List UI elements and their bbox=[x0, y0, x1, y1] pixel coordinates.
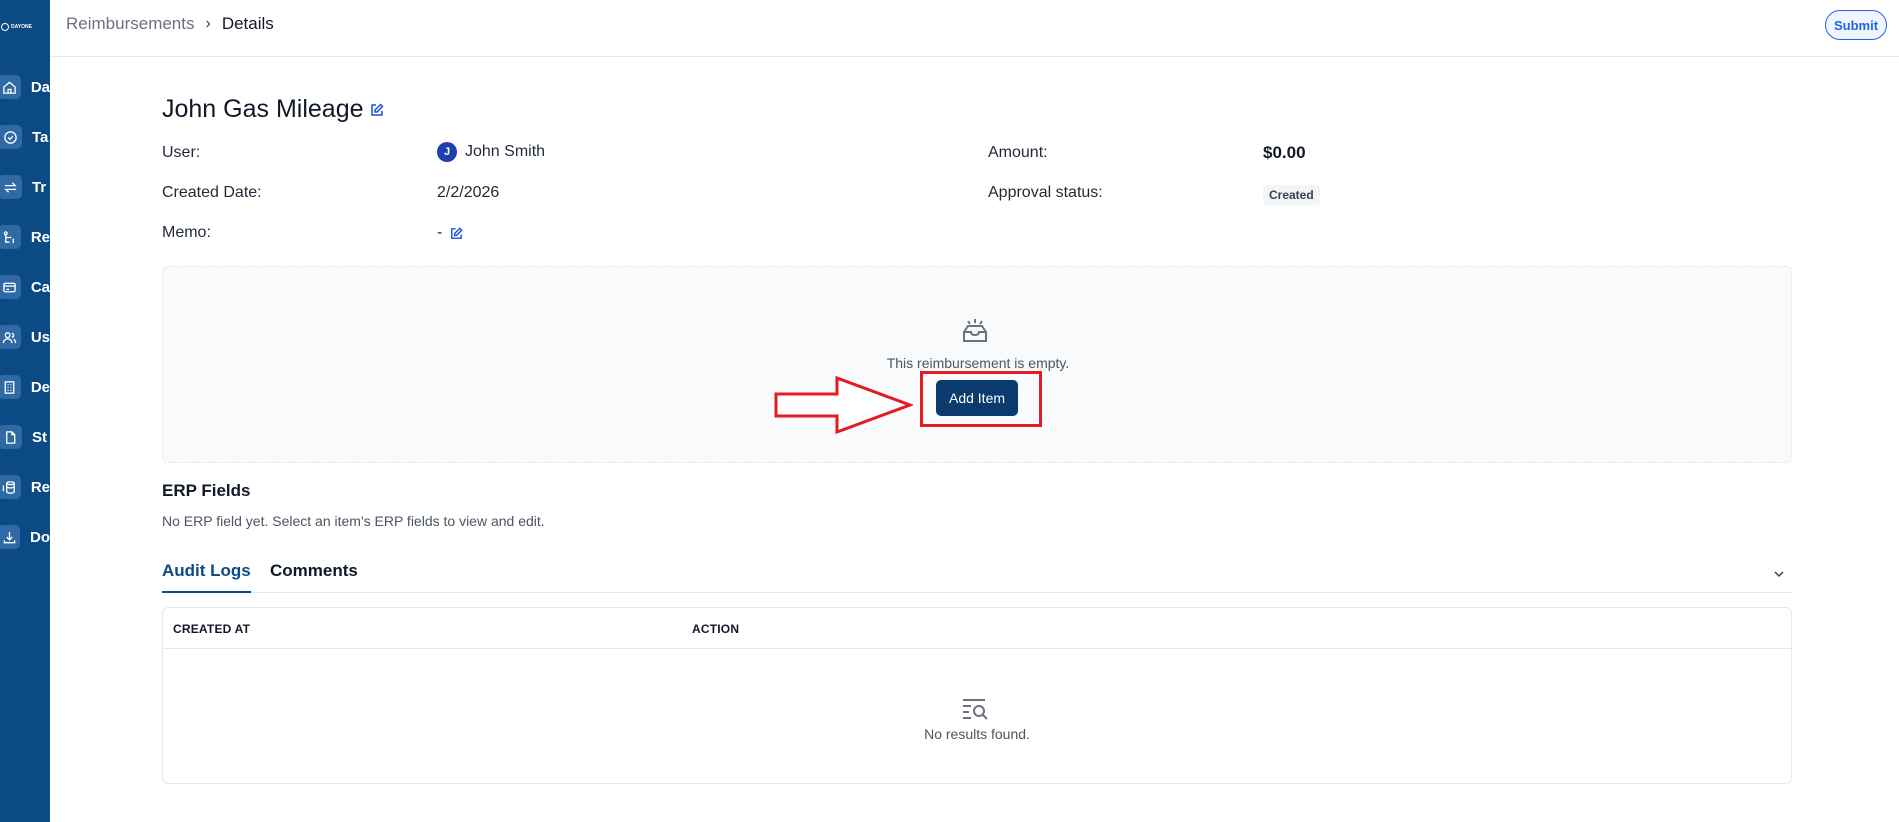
amount-label: Amount: bbox=[988, 144, 1048, 161]
database-icon bbox=[0, 475, 21, 499]
created-date-label: Created Date: bbox=[162, 184, 262, 201]
sidebar-item-label: Da bbox=[30, 78, 50, 96]
avatar: J bbox=[437, 142, 457, 162]
sidebar-item-label: Re bbox=[30, 228, 50, 246]
submit-button[interactable]: Submit bbox=[1825, 10, 1887, 40]
tabs-bar: Audit Logs Comments bbox=[162, 553, 1792, 593]
search-list-icon bbox=[963, 699, 988, 720]
erp-fields-heading: ERP Fields bbox=[162, 481, 251, 500]
empty-items-panel: This reimbursement is empty. Add Item bbox=[162, 266, 1792, 463]
sidebar-item-label: De bbox=[30, 378, 50, 396]
top-header: Reimbursements › Details Submit bbox=[50, 0, 1899, 57]
sidebar-item-departments[interactable]: De bbox=[0, 372, 50, 402]
transfer-icon bbox=[0, 175, 22, 199]
sidebar: DAYONE Da Ta Tr Re Ca Us De St Re Do bbox=[0, 0, 50, 822]
column-created-at[interactable]: CREATED AT bbox=[173, 622, 250, 636]
empty-state-text: This reimbursement is empty. bbox=[886, 355, 1070, 371]
logo-mark-icon bbox=[1, 23, 9, 31]
sidebar-item-label: Tr bbox=[32, 178, 47, 196]
amount-value: $0.00 bbox=[1263, 143, 1306, 162]
erp-fields-description: No ERP field yet. Select an item's ERP f… bbox=[162, 513, 545, 529]
download-icon bbox=[0, 525, 20, 549]
memo-value: - bbox=[437, 224, 464, 242]
task-check-icon bbox=[0, 125, 22, 149]
approval-status-label: Approval status: bbox=[988, 184, 1103, 201]
users-icon bbox=[0, 325, 21, 349]
table-header: CREATED AT ACTION bbox=[163, 608, 1791, 649]
tab-comments[interactable]: Comments bbox=[270, 561, 358, 591]
sidebar-item-label: Us bbox=[30, 328, 50, 346]
sidebar-item-dashboard[interactable]: Da bbox=[0, 72, 50, 102]
sidebar-item-label: Ta bbox=[32, 128, 49, 146]
sidebar-item-tasks[interactable]: Ta bbox=[0, 122, 50, 152]
annotation-arrow-icon bbox=[774, 375, 913, 435]
document-icon bbox=[0, 425, 22, 449]
status-badge: Created bbox=[1263, 185, 1320, 205]
no-results-text: No results found. bbox=[924, 726, 1030, 742]
user-value: J John Smith bbox=[437, 142, 545, 162]
page-title: John Gas Mileage bbox=[162, 95, 364, 123]
tab-audit-logs[interactable]: Audit Logs bbox=[162, 561, 251, 593]
sidebar-item-label: Re bbox=[30, 478, 50, 496]
chevron-down-icon[interactable] bbox=[1772, 567, 1786, 581]
empty-inbox-icon bbox=[963, 319, 987, 342]
sidebar-item-label: St bbox=[32, 428, 47, 446]
title-row: John Gas Mileage bbox=[162, 95, 385, 124]
edit-memo-icon[interactable] bbox=[449, 226, 464, 241]
memo-text: - bbox=[437, 224, 443, 241]
sidebar-item-cards[interactable]: Ca bbox=[0, 272, 50, 302]
reimbursement-icon bbox=[0, 225, 21, 249]
sidebar-item-transactions[interactable]: Tr bbox=[0, 172, 50, 202]
sidebar-item-downloads[interactable]: Do bbox=[0, 522, 50, 552]
sidebar-item-statements[interactable]: St bbox=[0, 422, 50, 452]
breadcrumb-current: Details bbox=[221, 14, 274, 33]
sidebar-item-reimbursements[interactable]: Re bbox=[0, 222, 50, 252]
edit-title-icon[interactable] bbox=[369, 102, 385, 118]
user-name: John Smith bbox=[465, 143, 546, 160]
breadcrumb-reimbursements-link[interactable]: Reimbursements bbox=[66, 14, 195, 34]
sidebar-item-label: Do bbox=[30, 528, 50, 546]
building-icon bbox=[0, 375, 21, 399]
memo-label: Memo: bbox=[162, 224, 211, 241]
breadcrumb: Reimbursements › Details bbox=[66, 14, 274, 34]
sidebar-item-reports[interactable]: Re bbox=[0, 472, 50, 502]
add-item-button[interactable]: Add Item bbox=[936, 380, 1018, 416]
audit-log-table: CREATED AT ACTION No results found. bbox=[162, 607, 1792, 784]
sidebar-item-label: Ca bbox=[30, 278, 50, 296]
column-action[interactable]: ACTION bbox=[692, 622, 739, 636]
company-logo[interactable]: DAYONE bbox=[0, 20, 50, 34]
breadcrumb-chevron-icon: › bbox=[205, 15, 211, 32]
user-label: User: bbox=[162, 144, 201, 161]
created-date-value: 2/2/2026 bbox=[437, 184, 500, 201]
card-icon bbox=[0, 275, 21, 299]
logo-text: DAYONE bbox=[11, 23, 32, 30]
sidebar-item-users[interactable]: Us bbox=[0, 322, 50, 352]
home-icon bbox=[0, 75, 21, 99]
